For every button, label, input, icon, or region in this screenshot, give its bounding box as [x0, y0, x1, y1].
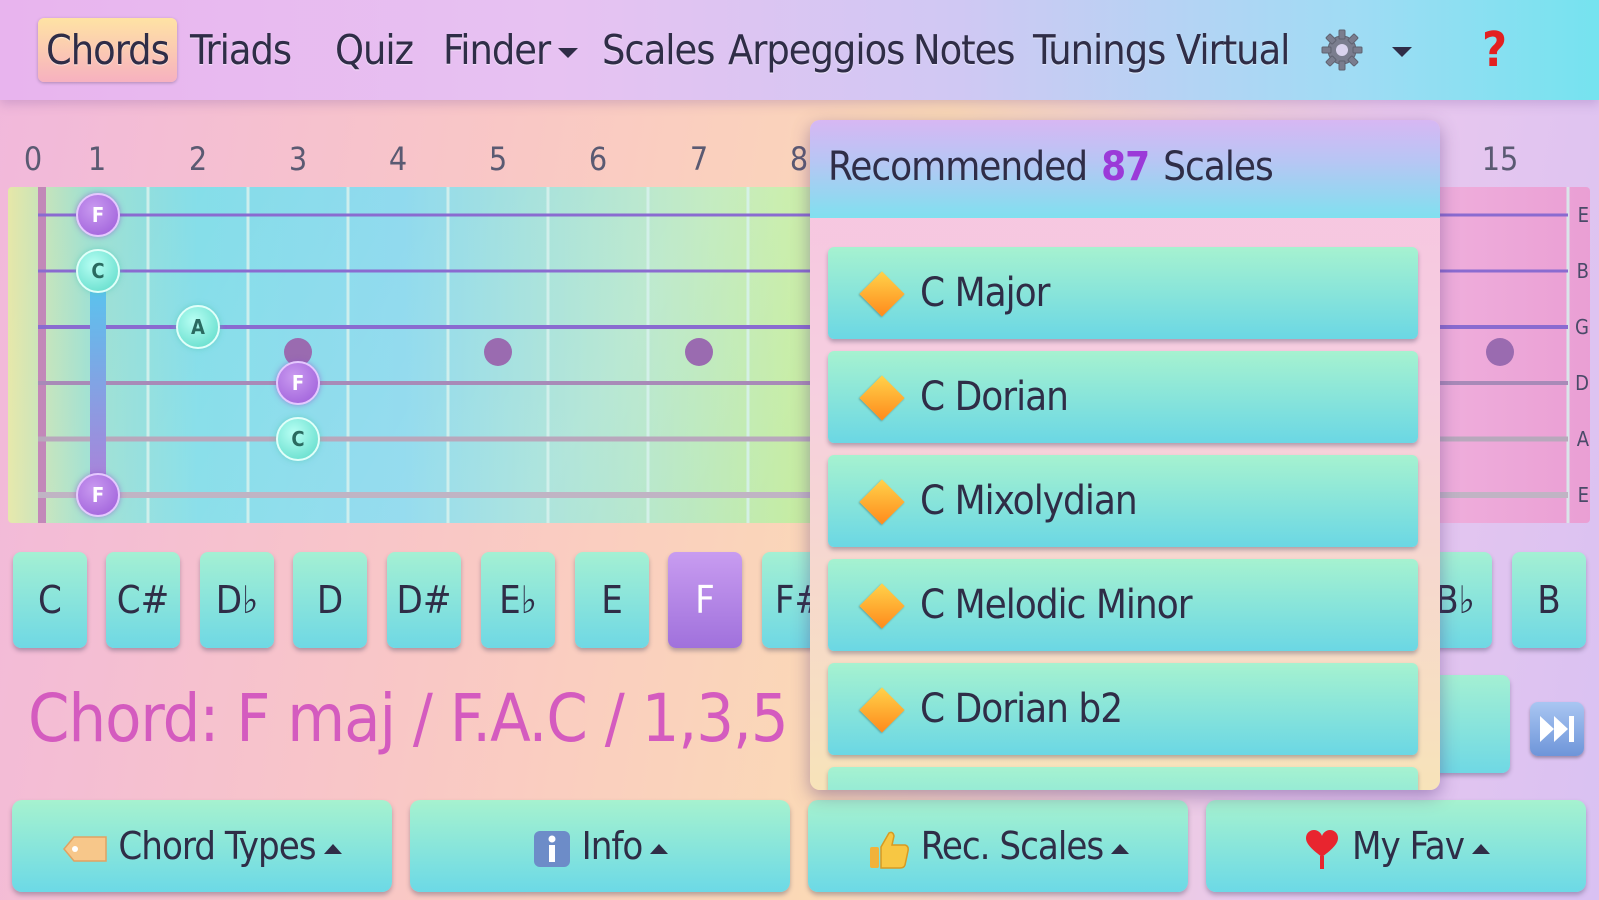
settings-dropdown-icon[interactable]: [1392, 47, 1412, 57]
chevron-up-icon: [1111, 843, 1130, 854]
string-label: E: [1577, 203, 1589, 227]
key-button-e-flat[interactable]: E♭: [481, 552, 555, 648]
note-marker[interactable]: C: [76, 249, 120, 293]
top-nav: Chords Triads Quiz Finder Scales Arpeggi…: [0, 0, 1599, 100]
recommended-scales-popup: Recommended 87 Scales C Major C Dorian C M…: [810, 120, 1440, 790]
note-marker[interactable]: F: [76, 193, 120, 237]
diamond-icon: [859, 687, 905, 733]
chevron-down-icon: [558, 48, 579, 58]
fret-number: 8: [789, 140, 809, 178]
scale-item-label: C Dorian: [920, 374, 1069, 420]
diamond-icon: [859, 375, 905, 421]
fret-inlay-dot: [484, 338, 512, 366]
chevron-up-icon: [650, 843, 669, 854]
skip-next-button[interactable]: [1530, 702, 1584, 756]
info-label: Info: [581, 824, 644, 868]
nav-tab-finder-label: Finder: [443, 26, 551, 74]
nav-tab-finder[interactable]: Finder: [443, 18, 579, 82]
gear-icon[interactable]: [1320, 28, 1364, 72]
string-label: G: [1575, 315, 1589, 339]
fret-number: 2: [188, 140, 208, 178]
fret-number: 15: [1481, 140, 1519, 178]
scale-item-c-mixolydian[interactable]: C Mixolydian: [828, 455, 1418, 547]
fret-number: 4: [388, 140, 408, 178]
nav-tab-chords[interactable]: Chords: [38, 18, 177, 82]
note-marker[interactable]: F: [76, 473, 120, 517]
fret-number: 3: [288, 140, 308, 178]
fret-number: 5: [488, 140, 508, 178]
note-marker[interactable]: A: [176, 305, 220, 349]
nav-tab-triads[interactable]: Triads: [190, 18, 292, 82]
diamond-icon: [859, 479, 905, 525]
heart-icon: [1306, 829, 1339, 869]
popup-title-label: Recommended: [828, 144, 1088, 190]
chord-types-label: Chord Types: [118, 824, 316, 868]
scale-item-c-melodic-minor[interactable]: C Melodic Minor: [828, 559, 1418, 651]
popup-header: Recommended 87 Scales: [810, 120, 1440, 218]
scale-item-label: C Mixolydian: [920, 478, 1138, 524]
scale-item-c-major[interactable]: C Major: [828, 247, 1418, 339]
scale-count: 87: [1101, 144, 1150, 190]
fret-inlay-dot: [1486, 338, 1514, 366]
key-button-b[interactable]: B: [1512, 552, 1586, 648]
thumbs-up-icon: [869, 831, 909, 869]
chevron-up-icon: [1471, 843, 1490, 854]
tag-icon: [63, 835, 108, 862]
scale-item-c-dorian[interactable]: C Dorian: [828, 351, 1418, 443]
fret-inlay-dot: [685, 338, 713, 366]
note-marker[interactable]: F: [276, 361, 320, 405]
diamond-icon: [859, 271, 905, 317]
key-button-f[interactable]: F: [668, 552, 742, 648]
nav-tab-notes[interactable]: Notes: [913, 18, 1016, 82]
fret-number: 6: [588, 140, 608, 178]
note-marker[interactable]: C: [276, 417, 320, 461]
string-label: A: [1576, 427, 1589, 451]
chord-types-tab[interactable]: Chord Types: [12, 800, 392, 892]
scale-item-label: C Dorian b2: [920, 686, 1123, 732]
nav-tab-tunings[interactable]: Tunings: [1033, 18, 1166, 82]
string-label: D: [1575, 371, 1589, 395]
nav-tab-virtual[interactable]: Virtual: [1176, 18, 1290, 82]
popup-title: Recommended 87 Scales: [828, 144, 1274, 190]
barre-indicator: [90, 276, 106, 496]
nav-tab-arpeggios[interactable]: Arpeggios: [728, 18, 905, 82]
string-label: E: [1577, 483, 1589, 507]
string-label: B: [1576, 259, 1589, 283]
fret-number: 0: [23, 140, 43, 178]
rec-scales-tab[interactable]: Rec. Scales: [808, 800, 1188, 892]
fret-number: 7: [689, 140, 709, 178]
scale-item-label: C Melodic Minor: [920, 582, 1193, 628]
my-fav-label: My Fav: [1352, 824, 1465, 868]
popup-title-suffix: Scales: [1163, 144, 1274, 190]
nav-tab-scales[interactable]: Scales: [602, 18, 715, 82]
chevron-up-icon: [323, 843, 342, 854]
my-fav-tab[interactable]: My Fav: [1206, 800, 1586, 892]
diamond-icon: [859, 583, 905, 629]
info-icon: [533, 830, 570, 867]
help-button[interactable]: ?: [1482, 22, 1507, 78]
info-tab[interactable]: Info: [410, 800, 790, 892]
key-button-d[interactable]: D: [293, 552, 367, 648]
key-button-e[interactable]: E: [575, 552, 649, 648]
key-button-d-sharp[interactable]: D#: [387, 552, 461, 648]
scale-item-c-dorian-b2[interactable]: C Dorian b2: [828, 663, 1418, 755]
scale-item-label: C Major: [920, 270, 1050, 316]
skip-forward-icon: [1540, 716, 1574, 742]
chord-info-text: Chord: F maj / F.A.C / 1,3,5: [28, 680, 789, 757]
key-button-c[interactable]: C: [13, 552, 87, 648]
key-button-c-sharp[interactable]: C#: [106, 552, 180, 648]
scale-item-partial[interactable]: [828, 767, 1418, 790]
key-button-d-flat[interactable]: D♭: [200, 552, 274, 648]
rec-scales-label: Rec. Scales: [920, 824, 1104, 868]
nav-tab-quiz[interactable]: Quiz: [335, 18, 414, 82]
fret-number: 1: [87, 140, 107, 178]
